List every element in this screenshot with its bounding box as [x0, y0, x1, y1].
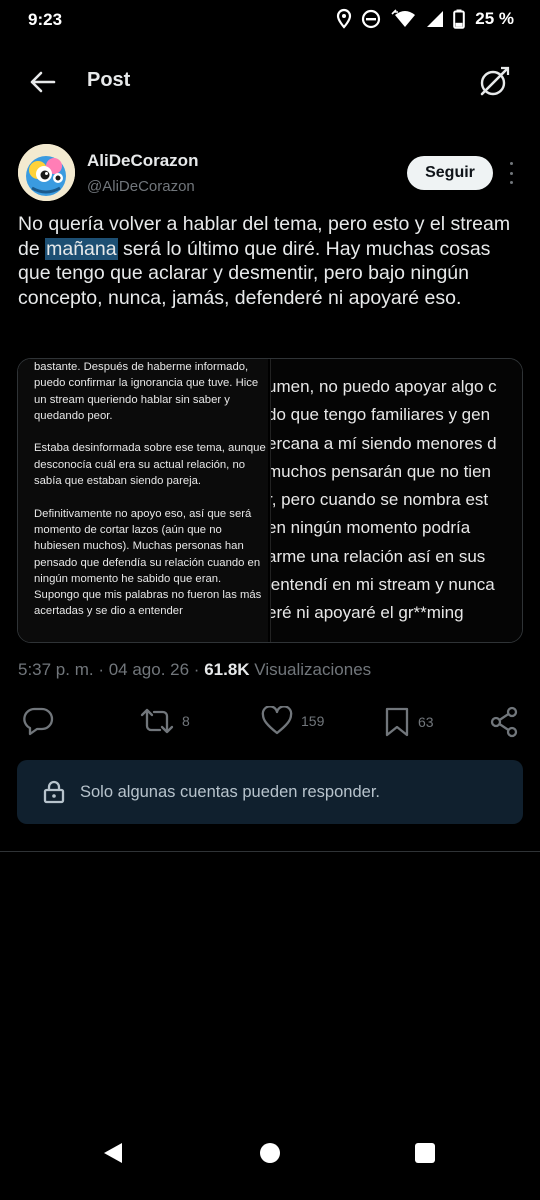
avatar[interactable]: [18, 144, 75, 201]
meta-separator: ·: [93, 660, 109, 679]
retweet-button[interactable]: 8: [140, 706, 190, 736]
like-button[interactable]: 159: [261, 706, 324, 736]
grok-icon: [480, 66, 510, 96]
screenshot-line: lentendí en mi stream y nunca: [270, 575, 495, 595]
grok-button[interactable]: [476, 64, 512, 100]
meta-separator: ·: [189, 660, 205, 679]
screenshot-paragraph: Definitivamente no apoyo eso, así que se…: [34, 507, 262, 618]
views-label: Visualizaciones: [249, 660, 372, 679]
share-button[interactable]: [489, 706, 519, 738]
post-time: 5:37 p. m.: [18, 660, 94, 679]
screenshot-line: arme una relación así en sus: [270, 546, 486, 566]
screenshot-paragraph: Estaba desinformada sobre ese tema, aunq…: [34, 442, 266, 488]
author-handle[interactable]: @AliDeCorazon: [87, 178, 195, 195]
screenshot-line: r, pero cuando se nombra est: [270, 490, 489, 510]
screenshot-line: do que tengo familiares y gen: [270, 405, 491, 425]
status-bar: 9:23 25 %: [0, 0, 540, 40]
screenshot-line: muchos pensarán que no tien: [270, 461, 491, 481]
post-meta: 5:37 p. m. · 04 ago. 26 · 61.8K Visualiz…: [18, 660, 371, 680]
screenshot-line: umen, no puedo apoyar algo c: [270, 377, 497, 396]
screenshot-text-right: umen, no puedo apoyar algo c do que teng…: [270, 373, 522, 628]
reply-restriction-text: Solo algunas cuentas pueden responder.: [80, 782, 380, 801]
lock-icon: [43, 780, 65, 804]
follow-button[interactable]: Seguir: [407, 156, 493, 190]
views-count[interactable]: 61.8K: [204, 660, 249, 679]
nav-back-icon[interactable]: [102, 1141, 124, 1165]
reply-icon: [23, 707, 54, 736]
more-options-button[interactable]: [503, 162, 519, 184]
system-nav-bar: [0, 1140, 540, 1200]
battery-percentage: 25 %: [475, 9, 514, 28]
status-time: 9:23: [28, 10, 63, 29]
bookmark-icon: [385, 707, 409, 737]
screenshot-line: eré ni apoyaré el gr**ming: [270, 603, 464, 623]
post-author: AliDeCorazon @AliDeCorazon Seguir: [18, 144, 522, 204]
more-dot: [509, 162, 513, 165]
tweet-text-selected[interactable]: mañana: [45, 237, 118, 260]
screenshot-paragraph: bastante. Después de haberme informado, …: [34, 361, 259, 422]
share-icon: [490, 706, 518, 738]
divider: [0, 851, 540, 852]
reply-restriction-banner: Solo algunas cuentas pueden responder.: [17, 760, 523, 824]
nav-home-icon[interactable]: [259, 1141, 281, 1165]
arrow-left-icon: [30, 71, 56, 93]
retweet-count: 8: [182, 713, 190, 729]
media-image-left[interactable]: bastante. Después de haberme informado, …: [18, 359, 270, 642]
more-dot: [509, 171, 513, 175]
bookmark-count: 63: [418, 714, 434, 730]
cell-signal-icon: [427, 11, 444, 27]
nav-recents-icon[interactable]: [414, 1141, 436, 1165]
post-date: 04 ago. 26: [108, 660, 190, 679]
page-title: Post: [87, 69, 131, 91]
avatar-image: [18, 144, 75, 201]
post-actions: 8 159 63: [0, 706, 540, 746]
screenshot-line: ercana a mí siendo menores d: [270, 433, 497, 453]
tweet-media: bastante. Después de haberme informado, …: [17, 358, 523, 643]
tweet-text: No quería volver a hablar del tema, pero…: [18, 212, 518, 310]
like-count: 159: [301, 713, 325, 729]
do-not-disturb-icon: [362, 9, 381, 29]
back-button[interactable]: [28, 66, 68, 98]
screenshot-line: en ningún momento podría: [270, 518, 471, 538]
reply-button[interactable]: [22, 706, 54, 736]
battery-icon: [453, 9, 466, 29]
retweet-icon: [140, 708, 174, 734]
bookmark-button[interactable]: 63: [384, 706, 434, 738]
heart-icon: [261, 706, 293, 735]
author-name[interactable]: AliDeCorazon: [87, 151, 198, 171]
screenshot-text-left: bastante. Después de haberme informado, …: [34, 359, 266, 636]
more-dot: [509, 181, 513, 184]
post-header: Post: [0, 56, 540, 108]
status-icons: 25 %: [335, 8, 514, 30]
location-icon: [337, 8, 352, 29]
wifi-icon: [391, 9, 416, 27]
media-image-right[interactable]: umen, no puedo apoyar algo c do que teng…: [270, 359, 522, 642]
